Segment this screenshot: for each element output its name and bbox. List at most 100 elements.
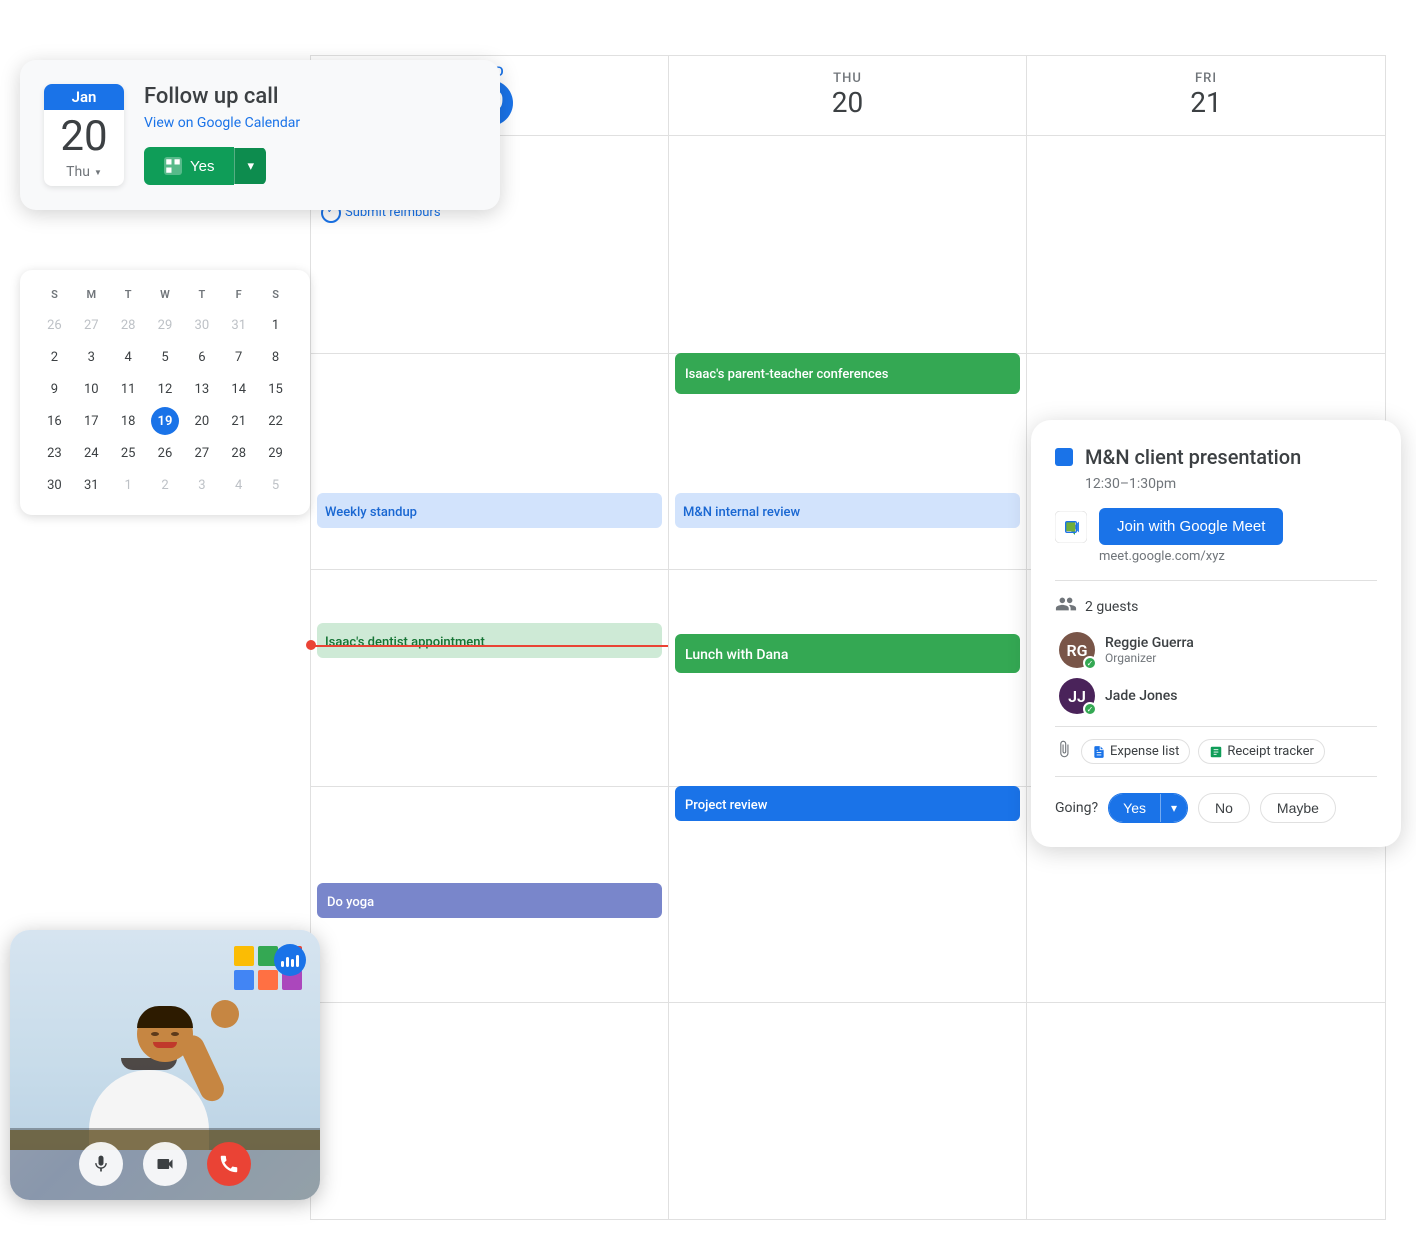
divider-2 [1055, 726, 1377, 727]
mini-cal-day[interactable]: 29 [151, 311, 179, 339]
mini-cal-day[interactable]: 20 [188, 407, 216, 435]
mini-cal-day[interactable]: 1 [262, 311, 290, 339]
event-weekday: Thu [44, 164, 124, 186]
video-call-thumbnail [10, 930, 320, 1200]
thu-num[interactable]: 20 [832, 86, 863, 120]
going-no-button[interactable]: No [1198, 793, 1250, 823]
mini-cal-today[interactable]: 19 [151, 407, 179, 435]
mini-cal-day[interactable]: 30 [40, 471, 68, 499]
mini-cal-sun: S [36, 286, 73, 303]
day-header-fri[interactable]: FRI 21 [1027, 56, 1385, 135]
mini-cal-day[interactable]: 29 [262, 439, 290, 467]
mini-cal-day[interactable]: 8 [262, 343, 290, 371]
going-yes-group[interactable]: Yes ▾ [1108, 793, 1188, 823]
mini-cal-day[interactable]: 27 [77, 311, 105, 339]
mini-cal-day[interactable]: 3 [188, 471, 216, 499]
join-google-meet-button[interactable]: Join with Google Meet [1099, 508, 1283, 545]
mini-cal-thu: T [183, 286, 220, 303]
ptc-label: Isaac's parent-teacher conferences [685, 367, 888, 382]
event-yoga[interactable]: Do yoga [317, 883, 662, 918]
person-hand [211, 1000, 239, 1028]
mn-internal-label: M&N internal review [683, 505, 800, 520]
day-header-thu[interactable]: THU 20 [669, 56, 1027, 135]
mini-calendar: S M T W T F S 26 27 28 29 30 31 1 2 3 4 … [20, 270, 310, 515]
mini-cal-day[interactable]: 28 [225, 439, 253, 467]
event-isaac-ptc[interactable]: Isaac's parent-teacher conferences [675, 353, 1020, 394]
mini-cal-day[interactable]: 23 [40, 439, 68, 467]
divider-3 [1055, 776, 1377, 777]
jade-avatar: JJ ✓ [1059, 678, 1095, 714]
mini-cal-day[interactable]: 24 [77, 439, 105, 467]
mini-cal-day[interactable]: 9 [40, 375, 68, 403]
camera-button[interactable] [143, 1142, 187, 1186]
video-background [10, 930, 320, 1200]
event-lunch-dana[interactable]: Lunch with Dana [675, 634, 1020, 673]
meet-link[interactable]: meet.google.com/xyz [1055, 549, 1377, 564]
mini-cal-day[interactable]: 4 [225, 471, 253, 499]
mini-cal-day[interactable]: 30 [188, 311, 216, 339]
mini-cal-day[interactable]: 6 [188, 343, 216, 371]
mini-cal-day[interactable]: 2 [151, 471, 179, 499]
mini-cal-day[interactable]: 26 [151, 439, 179, 467]
going-label: Going? [1055, 800, 1098, 816]
expense-list-label: Expense list [1110, 744, 1179, 759]
going-yes-dropdown[interactable]: ▾ [1160, 794, 1187, 822]
mini-cal-day[interactable]: 22 [262, 407, 290, 435]
guests-row: 2 guests [1055, 593, 1377, 620]
mini-cal-day[interactable]: 5 [262, 471, 290, 499]
person-head [137, 1006, 193, 1062]
mini-cal-day[interactable]: 16 [40, 407, 68, 435]
rsvp-dropdown-button[interactable]: ▾ [234, 148, 266, 184]
person-mouth [153, 1042, 177, 1048]
mini-cal-day[interactable]: 31 [77, 471, 105, 499]
end-call-button[interactable] [207, 1142, 251, 1186]
going-yes-button[interactable]: Yes [1109, 794, 1160, 822]
rsvp-yes-button[interactable]: Yes [144, 147, 234, 185]
mini-cal-day[interactable]: 28 [114, 311, 142, 339]
fri-num[interactable]: 21 [1190, 86, 1221, 120]
mini-cal-day[interactable]: 18 [114, 407, 142, 435]
mini-cal-day[interactable]: 14 [225, 375, 253, 403]
reggie-name: Reggie Guerra [1105, 635, 1194, 651]
event-project-review[interactable]: Project review [675, 786, 1020, 821]
mic-button[interactable] [79, 1142, 123, 1186]
mini-cal-day[interactable]: 3 [77, 343, 105, 371]
rsvp-yes-group[interactable]: Yes ▾ [144, 147, 266, 185]
event-isaac-dentist[interactable]: Isaac's dentist appointment [317, 623, 662, 658]
mini-cal-day[interactable]: 11 [114, 375, 142, 403]
view-on-calendar-link[interactable]: View on Google Calendar [144, 115, 476, 131]
attachments-row: Expense list Receipt tracker [1055, 739, 1377, 764]
event-month: Jan [44, 84, 124, 110]
mini-cal-day[interactable]: 31 [225, 311, 253, 339]
mini-cal-day[interactable]: 27 [188, 439, 216, 467]
divider-1 [1055, 580, 1377, 581]
mini-cal-day[interactable]: 26 [40, 311, 68, 339]
expense-list-chip[interactable]: Expense list [1081, 739, 1190, 764]
thu-column: Isaac's parent-teacher conferences M&N i… [669, 136, 1027, 1219]
mini-cal-day[interactable]: 15 [262, 375, 290, 403]
mini-cal-day[interactable]: 12 [151, 375, 179, 403]
mini-cal-day[interactable]: 1 [114, 471, 142, 499]
event-mn-internal[interactable]: M&N internal review [675, 493, 1020, 528]
video-controls [10, 1128, 320, 1200]
mini-cal-day[interactable]: 5 [151, 343, 179, 371]
mini-cal-day[interactable]: 7 [225, 343, 253, 371]
time-indicator [311, 645, 668, 647]
mini-cal-day[interactable]: 10 [77, 375, 105, 403]
reggie-role: Organizer [1105, 651, 1194, 665]
mini-cal-day[interactable]: 2 [40, 343, 68, 371]
going-maybe-button[interactable]: Maybe [1260, 793, 1336, 823]
bar-3 [291, 959, 294, 967]
mini-cal-day[interactable]: 25 [114, 439, 142, 467]
receipt-tracker-chip[interactable]: Receipt tracker [1198, 739, 1325, 764]
guest-item-reggie: RG ✓ Reggie Guerra Organizer [1055, 632, 1377, 668]
event-date-badge: Jan 20 Thu [44, 84, 124, 186]
event-weekly-standup[interactable]: Weekly standup [317, 493, 662, 528]
mini-cal-day[interactable]: 21 [225, 407, 253, 435]
mini-cal-day[interactable]: 4 [114, 343, 142, 371]
mini-cal-day[interactable]: 13 [188, 375, 216, 403]
receipt-tracker-label: Receipt tracker [1227, 744, 1314, 759]
event-title: Follow up call [144, 84, 476, 109]
mini-cal-day[interactable]: 17 [77, 407, 105, 435]
bar-1 [281, 961, 284, 967]
